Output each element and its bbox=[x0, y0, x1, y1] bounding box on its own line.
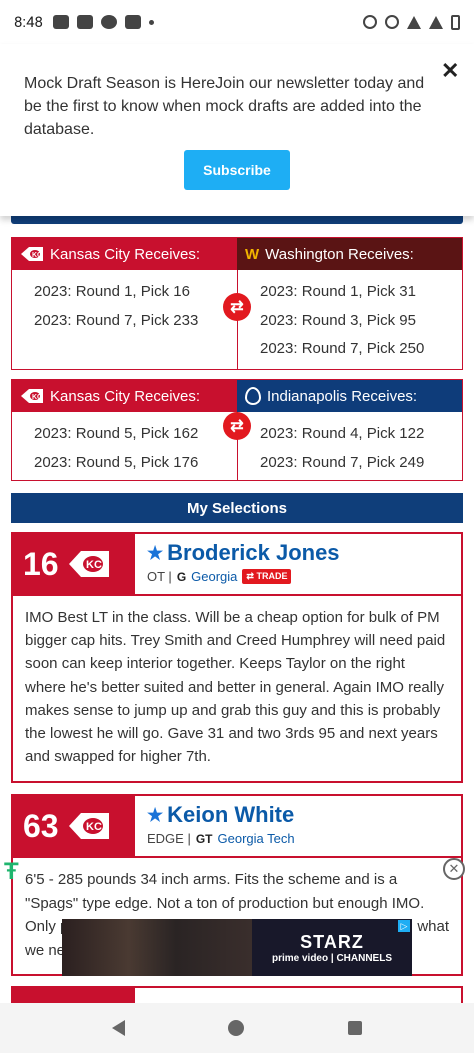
wifi-icon bbox=[407, 15, 421, 29]
player-name[interactable]: Keion White bbox=[167, 802, 294, 828]
trade-pick: 2023: Round 7, Pick 250 bbox=[260, 340, 425, 357]
georgia-logo-icon: G bbox=[176, 569, 187, 584]
subscribe-button[interactable]: Subscribe bbox=[184, 150, 290, 190]
description-line: 6'5 - 285 pounds 34 inch arms. Fits the … bbox=[25, 871, 398, 888]
trade-pick: 2023: Round 3, Pick 95 bbox=[260, 311, 416, 329]
trade-pick: 2023: Round 1, Pick 16 bbox=[34, 283, 190, 300]
trade-badge: ⇄ TRADE bbox=[242, 569, 292, 584]
pick-description: IMO Best LT in the class. Will be a chea… bbox=[25, 609, 446, 766]
trade-right-label: Indianapolis Receives: bbox=[267, 387, 418, 405]
star-icon: ★ bbox=[147, 542, 164, 563]
player-name[interactable]: Broderick Jones bbox=[167, 540, 339, 566]
trade-card: KC Kansas City Receives: W Washington Re… bbox=[11, 237, 463, 370]
svg-text:KC: KC bbox=[32, 252, 42, 259]
trade-pick: 2023: Round 4, Pick 122 bbox=[260, 425, 425, 442]
georgia-tech-logo-icon: GT bbox=[195, 831, 213, 846]
pick-card[interactable]: 16 KC ★ Broderick Jones OT | G Georgia ⇄… bbox=[11, 532, 463, 783]
newsletter-banner: Mock Draft Season is HereJoin our newsle… bbox=[0, 44, 474, 216]
section-strip bbox=[11, 216, 463, 224]
pick-number-box: 63 KC bbox=[13, 796, 135, 856]
recents-icon[interactable] bbox=[348, 1021, 363, 1035]
trade-left-picks: 2023: Round 1, Pick 16 2023: Round 7, Pi… bbox=[12, 270, 237, 369]
pick-number-box: 16 KC bbox=[13, 534, 135, 594]
data-icon bbox=[385, 15, 399, 29]
circle-icon bbox=[100, 15, 117, 29]
alarm-icon bbox=[363, 15, 377, 29]
colts-horseshoe-icon bbox=[245, 387, 261, 405]
chiefs-logo-icon: KC bbox=[21, 247, 43, 261]
trade-left-header: KC Kansas City Receives: bbox=[12, 380, 237, 412]
chiefs-logo-icon: KC bbox=[68, 813, 109, 839]
home-icon[interactable] bbox=[228, 1020, 245, 1036]
ad-choices-icon[interactable]: ▷ bbox=[398, 920, 410, 932]
trade-right-label: Washington Receives: bbox=[265, 245, 414, 263]
ad-subtitle: prime video | CHANNELS bbox=[271, 952, 393, 964]
pick-number: 16 bbox=[23, 545, 59, 582]
close-icon[interactable]: ✕ bbox=[441, 58, 459, 84]
pick-number: 63 bbox=[23, 807, 59, 844]
more-dot-icon bbox=[148, 19, 154, 25]
status-bar: 8:48 bbox=[0, 0, 474, 44]
trade-pick: 2023: Round 1, Pick 31 bbox=[260, 283, 416, 300]
battery-icon bbox=[451, 14, 460, 30]
star-icon: ★ bbox=[147, 804, 164, 825]
swap-icon: ⇄ bbox=[223, 293, 251, 321]
description-line: what bbox=[417, 918, 449, 935]
notification-icons bbox=[52, 15, 154, 29]
commanders-logo-icon: W bbox=[245, 245, 260, 263]
ad-brand: STARZ bbox=[300, 931, 364, 952]
trade-left-header: KC Kansas City Receives: bbox=[12, 238, 237, 270]
trade-card: KC Kansas City Receives: Indianapolis Re… bbox=[11, 379, 463, 481]
nfl-icon bbox=[124, 15, 141, 29]
trade-pick: 2023: Round 7, Pick 233 bbox=[34, 311, 199, 329]
trade-pick: 2023: Round 5, Pick 176 bbox=[34, 453, 199, 471]
trade-right-header: W Washington Receives: bbox=[237, 238, 462, 270]
ad-close-icon[interactable]: ✕ bbox=[443, 858, 465, 880]
my-selections-header: My Selections bbox=[11, 493, 463, 523]
trade-right-picks: 2023: Round 1, Pick 31 2023: Round 3, Pi… bbox=[237, 270, 462, 369]
player-position: EDGE | bbox=[147, 831, 191, 846]
trade-left-label: Kansas City Receives: bbox=[50, 245, 201, 263]
player-name-link[interactable]: ★ Keion White bbox=[147, 802, 295, 828]
trade-left-picks: 2023: Round 5, Pick 162 2023: Round 5, P… bbox=[12, 412, 237, 480]
player-position: OT | bbox=[147, 569, 172, 584]
svg-text:KC: KC bbox=[32, 394, 42, 401]
system-nav-bar bbox=[0, 1003, 474, 1053]
system-icons bbox=[363, 14, 460, 30]
player-school-link[interactable]: Georgia bbox=[191, 569, 237, 584]
trade-right-picks: 2023: Round 4, Pick 122 2023: Round 7, P… bbox=[237, 412, 462, 480]
trade-pick: 2023: Round 5, Pick 162 bbox=[34, 425, 199, 442]
svg-text:KC: KC bbox=[86, 821, 102, 833]
back-icon[interactable] bbox=[111, 1020, 125, 1036]
chiefs-logo-icon: KC bbox=[21, 389, 43, 403]
youtube-icon bbox=[76, 15, 93, 29]
description-line: "Spags" type edge. Not a ton of producti… bbox=[25, 894, 425, 912]
trade-left-label: Kansas City Receives: bbox=[50, 387, 201, 405]
trade-pick: 2023: Round 7, Pick 249 bbox=[260, 453, 425, 471]
news-icon bbox=[52, 15, 69, 29]
chiefs-logo-icon: KC bbox=[68, 551, 109, 577]
ad-logo-icon[interactable]: Ŧ bbox=[4, 858, 30, 885]
player-school-link[interactable]: Georgia Tech bbox=[218, 831, 295, 846]
ad-content[interactable]: STARZ prime video | CHANNELS bbox=[62, 919, 412, 976]
newsletter-message: Mock Draft Season is HereJoin our newsle… bbox=[24, 75, 425, 138]
status-time: 8:48 bbox=[14, 13, 43, 31]
player-name-link[interactable]: ★ Broderick Jones bbox=[147, 540, 340, 566]
svg-text:KC: KC bbox=[86, 559, 102, 571]
trade-right-header: Indianapolis Receives: bbox=[237, 380, 462, 412]
signal-icon bbox=[429, 15, 443, 29]
swap-icon: ⇄ bbox=[223, 412, 251, 440]
ad-image bbox=[62, 919, 252, 976]
